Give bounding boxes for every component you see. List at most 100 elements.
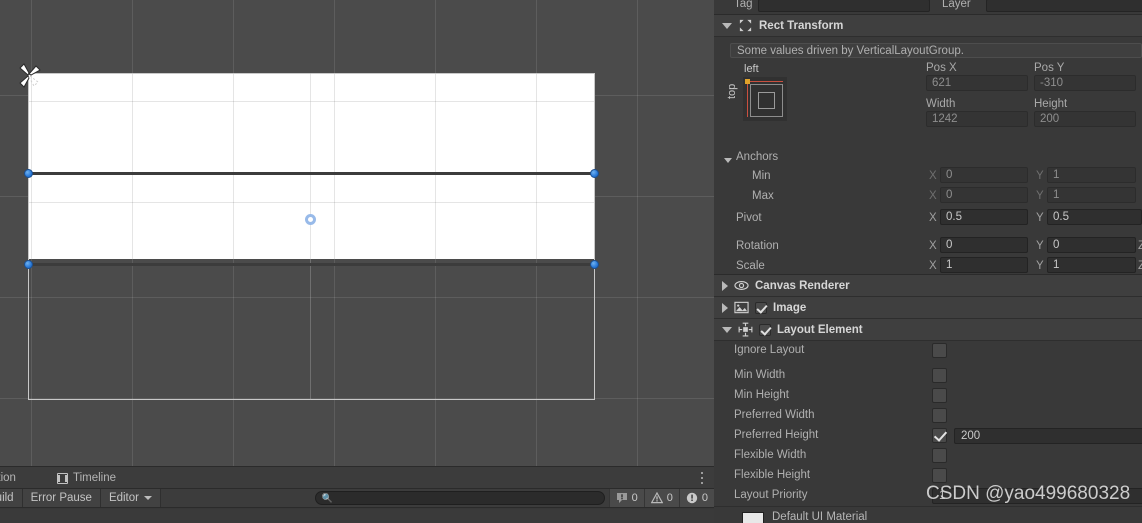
min-x-axis: X	[929, 170, 937, 182]
row-layout-priority: Layout Priority 1	[714, 486, 1142, 506]
rotation-y-field[interactable]: 0	[1047, 237, 1136, 253]
scale-x-field[interactable]: 1	[940, 257, 1028, 273]
pos-x-field[interactable]: 621	[926, 75, 1028, 91]
flexible-width-checkbox[interactable]	[932, 448, 947, 463]
flexible-height-checkbox[interactable]	[932, 468, 947, 483]
flexible-height-label: Flexible Height	[734, 469, 811, 481]
layout-priority-value: 1	[939, 490, 946, 502]
min-width-checkbox[interactable]	[932, 368, 947, 383]
pivot-x-value: 0.5	[946, 211, 962, 223]
pivot-guide-line	[310, 73, 311, 400]
anchor-min-y-value: 1	[1053, 169, 1060, 181]
resize-handle-top-left[interactable]	[24, 169, 33, 178]
eye-icon	[734, 281, 749, 290]
pivot-x-field[interactable]: 0.5	[940, 209, 1028, 225]
component-title: Image	[773, 301, 807, 314]
anchor-min-x-field[interactable]: 0	[940, 167, 1028, 183]
anchor-pinwheel-icon[interactable]	[15, 61, 43, 89]
resize-handle-top-right[interactable]	[590, 169, 599, 178]
preferred-height-checkbox[interactable]	[932, 428, 947, 443]
pos-y-field[interactable]: -310	[1034, 75, 1136, 91]
height-value: 200	[1040, 113, 1060, 125]
material-row[interactable]: Default UI Material	[714, 506, 1142, 523]
min-height-checkbox[interactable]	[932, 388, 947, 403]
tag-dropdown[interactable]	[758, 0, 930, 12]
unity-editor-window: ation Timeline Build Error Pause Editor …	[0, 0, 1142, 523]
search-input[interactable]	[336, 492, 598, 504]
preferred-width-label: Preferred Width	[734, 409, 815, 421]
anchor-vertical-label: top	[726, 83, 738, 99]
warning-counter[interactable]: 0	[643, 489, 679, 507]
tab-animation-label: ation	[0, 472, 16, 484]
component-header-rect-transform[interactable]: Rect Transform	[714, 15, 1142, 37]
anchor-min-y-field[interactable]: 1	[1047, 167, 1136, 183]
pivot-x-axis: X	[929, 212, 937, 224]
height-field[interactable]: 200	[1034, 111, 1136, 127]
kebab-menu-icon[interactable]	[696, 471, 708, 485]
foldout-arrow-icon[interactable]	[722, 22, 732, 29]
layout-element-icon	[738, 322, 753, 337]
editor-dropdown[interactable]: Editor	[100, 489, 161, 507]
ignore-layout-checkbox[interactable]	[932, 343, 947, 358]
console-search-field[interactable]: 🔍	[314, 491, 605, 505]
chevron-down-icon	[143, 496, 152, 500]
image-component-icon	[734, 301, 749, 314]
preferred-height-field[interactable]: 200	[954, 428, 1142, 444]
error-counter[interactable]: 0	[678, 489, 714, 507]
resize-handle-bottom-right[interactable]	[590, 260, 599, 269]
error-count: 0	[701, 492, 708, 504]
pivot-y-field[interactable]: 0.5	[1047, 209, 1142, 225]
image-enabled-checkbox[interactable]	[755, 301, 767, 314]
component-header-image[interactable]: Image	[714, 297, 1142, 319]
anchor-max-y-field[interactable]: 1	[1047, 187, 1136, 203]
width-field[interactable]: 1242	[926, 111, 1028, 127]
tab-animation[interactable]: ation	[0, 467, 25, 489]
rotation-x-field[interactable]: 0	[940, 237, 1028, 253]
component-header-canvas-renderer[interactable]: Canvas Renderer	[714, 275, 1142, 297]
driven-values-notice: Some values driven by VerticalLayoutGrou…	[730, 43, 1142, 58]
scale-y-field[interactable]: 1	[1047, 257, 1136, 273]
layer-label: Layer	[942, 0, 971, 10]
component-header-layout-element[interactable]: Layout Element	[714, 319, 1142, 341]
preferred-height-label: Preferred Height	[734, 429, 819, 441]
console-log-area[interactable]	[0, 509, 714, 523]
build-button[interactable]: Build	[0, 489, 23, 507]
layout-priority-field[interactable]: 1	[932, 488, 1142, 504]
tag-label: Tag	[734, 0, 753, 10]
min-width-label: Min Width	[734, 369, 786, 381]
anchor-max-x-field[interactable]: 0	[940, 187, 1028, 203]
scale-x-axis: X	[929, 260, 937, 272]
preferred-width-checkbox[interactable]	[932, 408, 947, 423]
layout-element-enabled-checkbox[interactable]	[759, 323, 771, 336]
warning-count: 0	[666, 492, 673, 504]
component-title: Canvas Renderer	[755, 279, 850, 292]
anchors-foldout-icon[interactable]	[724, 158, 732, 163]
anchor-guide-vertical	[747, 81, 748, 117]
layer-dropdown[interactable]	[986, 0, 1142, 12]
foldout-arrow-icon[interactable]	[722, 302, 728, 313]
foldout-arrow-icon[interactable]	[722, 326, 732, 333]
layout-element-body: Ignore Layout Min Width Min Height Prefe…	[714, 341, 1142, 506]
selection-edge-top[interactable]	[28, 172, 595, 175]
anchor-guide-horizontal	[747, 81, 783, 82]
scene-view[interactable]	[0, 0, 714, 466]
selection-edge-bottom[interactable]	[28, 263, 595, 266]
foldout-arrow-icon[interactable]	[722, 280, 728, 291]
rotation-x-value: 0	[946, 239, 953, 251]
tab-timeline[interactable]: Timeline	[48, 467, 125, 489]
error-pause-button[interactable]: Error Pause	[22, 489, 101, 507]
selection-rect-outline	[28, 73, 595, 400]
pivot-y-value: 0.5	[1053, 211, 1069, 223]
pivot-ring-icon[interactable]	[305, 214, 316, 225]
error-circle-icon	[686, 492, 698, 504]
row-preferred-height: Preferred Height 200	[714, 426, 1142, 446]
build-label: Build	[0, 492, 14, 504]
max-x-axis: X	[929, 190, 937, 202]
anchor-min-x-value: 0	[946, 169, 953, 181]
resize-handle-bottom-left[interactable]	[24, 260, 33, 269]
anchors-section: Anchors Min X 0 Y 1 Max X 0 Y 1 Pivot X …	[714, 149, 1142, 274]
material-swatch[interactable]	[742, 512, 764, 523]
width-value: 1242	[932, 113, 958, 125]
flexible-width-label: Flexible Width	[734, 449, 807, 461]
log-counter[interactable]: 0	[608, 489, 644, 507]
